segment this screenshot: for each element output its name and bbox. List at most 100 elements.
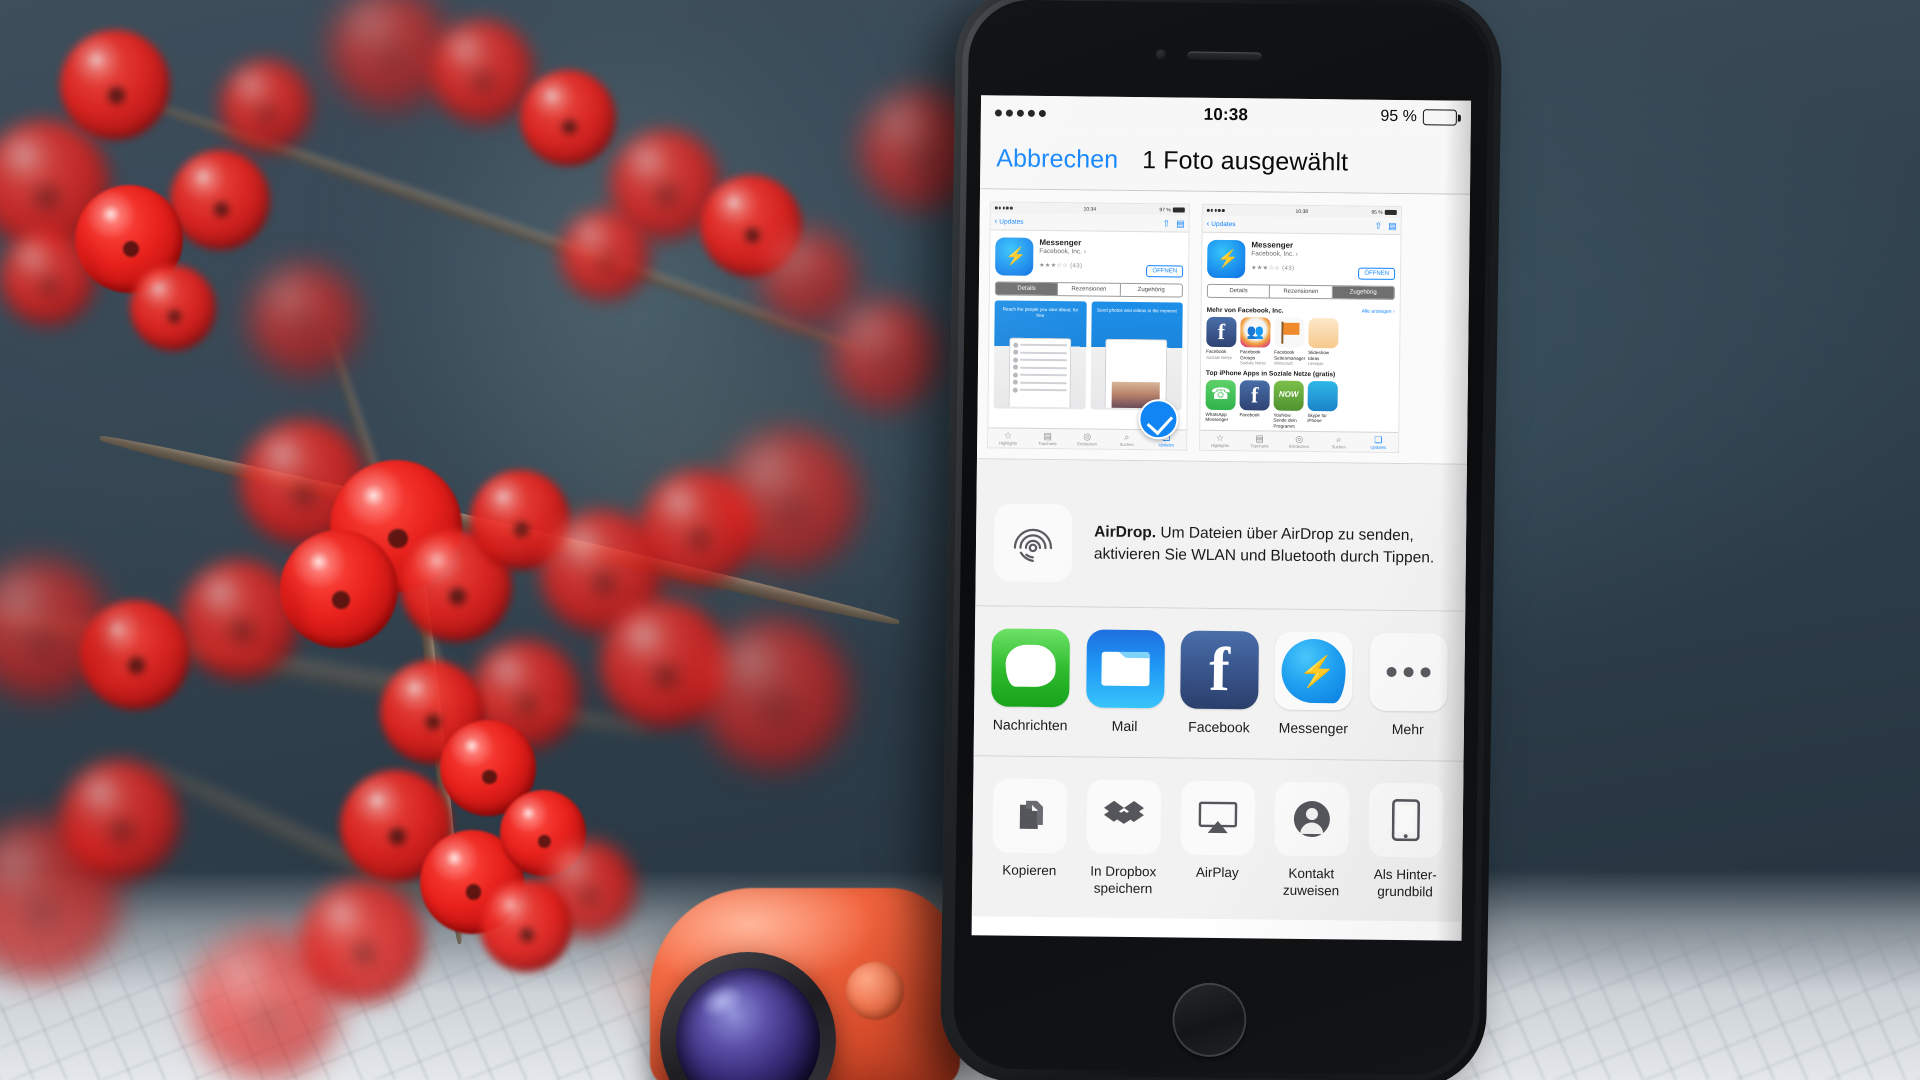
actions-row[interactable]: Kopieren In Dropbox speichern AirPlay Ko… — [971, 756, 1464, 922]
action-label: Kopieren — [1002, 862, 1057, 879]
share-target-label: Facebook — [1188, 718, 1250, 736]
thumb-app-cell: Slideshow Ideas Lifestyle — [1308, 317, 1339, 367]
berry — [60, 30, 170, 140]
contact-icon — [1274, 781, 1350, 857]
pale-app-icon — [1308, 317, 1339, 349]
thumb-screenshot-1: Reach the people you care about, for fre… — [993, 300, 1087, 410]
thumb-tabbar-search: ⌕ Suchen — [1331, 434, 1346, 450]
thumb-app-rating: ★★★☆☆ (43) — [1251, 265, 1295, 272]
action-label: Als Hinter-grundbild — [1373, 866, 1437, 900]
iphone-device: 10:38 95 % Abbrechen 1 Foto ausgewählt 1… — [939, 0, 1503, 1080]
airplay-icon — [1180, 780, 1256, 856]
thumb-tab-reviews: Rezensionen — [1058, 283, 1121, 296]
airdrop-icon — [993, 503, 1073, 583]
berry — [760, 230, 856, 326]
share-target-messages[interactable]: Nachrichten — [988, 628, 1074, 740]
berry — [560, 210, 650, 300]
action-label: In Dropbox speichern — [1090, 863, 1157, 897]
facebook-groups-icon — [1240, 317, 1271, 348]
list-icon: ▤ — [1176, 217, 1185, 229]
thumb-app-developer: Facebook, Inc. › — [1039, 247, 1086, 256]
thumb-tabbar-search: ⌕ Suchen — [1119, 431, 1134, 448]
thumb-tabbar-explore: ◎ Entdecken — [1077, 431, 1098, 447]
share-target-mail[interactable]: Mail — [1082, 629, 1168, 741]
wallpaper-phone-icon — [1368, 782, 1444, 858]
battery-icon — [1422, 109, 1457, 126]
chevron-left-icon: ‹ — [1206, 218, 1210, 228]
action-label: AirPlay — [1195, 864, 1239, 881]
action-copy[interactable]: Kopieren — [986, 778, 1073, 899]
whatsapp-icon — [1205, 379, 1236, 410]
thumb-tabbar-updates: ❏Updates — [1370, 434, 1387, 450]
action-airplay[interactable]: AirPlay — [1174, 780, 1261, 901]
berry — [180, 560, 300, 680]
status-bar: 10:38 95 % — [980, 95, 1472, 135]
airdrop-title: AirDrop. — [1094, 523, 1157, 541]
share-target-label: Messenger — [1278, 719, 1349, 737]
thumb-tabbar-topcharts: ▤ Topcharts — [1038, 430, 1057, 447]
airdrop-message: AirDrop. Um Dateien über AirDrop zu send… — [1094, 521, 1448, 570]
thumb-section-more-title: Alle anzeigen › Mehr von Facebook, Inc. — [1206, 306, 1395, 315]
berry — [520, 70, 616, 166]
messages-app-icon — [991, 628, 1071, 708]
thumb-status-bar: 10:34 97 % — [990, 202, 1189, 216]
photo-thumbnail-selected[interactable]: 10:34 97 % ‹ Updates ⇧ ▤ ⚡ Messenger Face… — [987, 201, 1190, 451]
share-target-label: Mail — [1111, 717, 1138, 735]
facebook-app-icon — [1239, 379, 1270, 411]
camera-shutter-button — [846, 962, 904, 1020]
thumb-status-bar: 10:38 95 % — [1202, 204, 1401, 219]
thumb-screenshot-caption: Reach the people you care about, for fre… — [1002, 306, 1079, 319]
battery-percent-label: 95 % — [1380, 107, 1417, 126]
share-target-more[interactable]: Mehr — [1365, 632, 1451, 745]
younow-icon — [1273, 380, 1304, 411]
messenger-app-icon: ⚡ — [1207, 239, 1246, 279]
berry — [700, 620, 850, 770]
thumb-app-cell: WhatsApp Messenger — [1205, 379, 1236, 430]
thumb-app-cell: Skype für iPhone — [1307, 380, 1338, 431]
thumb-tabbar-highlights: ☆ Highlights — [998, 430, 1018, 446]
berry — [720, 430, 860, 570]
airdrop-row[interactable]: AirDrop. Um Dateien über AirDrop zu send… — [975, 481, 1467, 612]
berry — [0, 230, 96, 326]
share-target-facebook[interactable]: Facebook — [1177, 630, 1263, 743]
berry — [60, 760, 180, 880]
thumb-top-apps-row: WhatsApp Messenger Facebook YouNow: Send… — [1205, 379, 1394, 431]
action-save-to-dropbox[interactable]: In Dropbox speichern — [1080, 779, 1167, 900]
thumb-time: 10:34 — [1083, 205, 1097, 213]
screenshot-scene: 10:38 95 % Abbrechen 1 Foto ausgewählt 1… — [0, 0, 1920, 1080]
berry — [130, 265, 216, 351]
facebook-app-icon — [1206, 316, 1237, 348]
chevron-left-icon: ‹ — [994, 216, 998, 226]
thumb-tab-bar: ☆ Highlights ▤ Topcharts ◎ Entdecken ⌕ Suche… — [1200, 429, 1399, 453]
copy-icon — [992, 778, 1068, 854]
thumb-app-cell: FacebookSoziale Netze — [1206, 316, 1237, 366]
thumb-back-label: Updates — [1211, 220, 1236, 228]
facebook-pages-icon — [1274, 317, 1305, 348]
action-use-as-wallpaper[interactable]: Als Hinter-grundbild — [1362, 782, 1449, 904]
mail-app-icon — [1085, 629, 1165, 709]
share-sheet-nav-bar: Abbrechen 1 Foto ausgewählt — [980, 129, 1471, 195]
berry — [480, 880, 572, 972]
share-target-messenger[interactable]: ⚡ Messenger — [1271, 631, 1357, 744]
thumb-back-label: Updates — [999, 217, 1024, 226]
earpiece-speaker — [1187, 51, 1262, 61]
thumb-tab-details: Details — [1207, 284, 1271, 298]
share-target-label: Nachrichten — [992, 716, 1068, 734]
thumb-app-developer: Facebook, Inc. › — [1251, 250, 1298, 258]
thumb-tab-details: Details — [995, 282, 1059, 296]
thumb-body: Reach the people you care about, for fre… — [989, 295, 1188, 411]
thumb-tab-related: Zugehörig — [1332, 286, 1394, 299]
thumb-app-cell: Facebook GroupsSoziale Netze — [1240, 317, 1271, 366]
thumb-tab-related: Zugehörig — [1137, 287, 1165, 294]
photo-thumbnail[interactable]: 10:38 95 % ‹ Updates ⇧ ▤ ⚡ Messenger Face… — [1199, 203, 1402, 454]
action-assign-to-contact[interactable]: Kontakt zuweisen — [1268, 781, 1355, 903]
facebook-app-icon — [1180, 630, 1260, 710]
share-icon: ⇧ — [1162, 217, 1171, 228]
phone-screen: 10:38 95 % Abbrechen 1 Foto ausgewählt 1… — [971, 95, 1472, 941]
cancel-button[interactable]: Abbrechen — [996, 144, 1118, 174]
thumb-app-header: ⚡ Messenger Facebook, Inc. › ★★★☆☆ (43) … — [990, 230, 1189, 281]
share-apps-row[interactable]: Nachrichten Mail Facebook ⚡ Messenger Me… — [973, 606, 1466, 762]
page-title: 1 Foto ausgewählt — [1142, 146, 1349, 177]
selected-photos-strip[interactable]: 10:34 97 % ‹ Updates ⇧ ▤ ⚡ Messenger Face… — [976, 189, 1470, 465]
berry — [830, 300, 940, 410]
